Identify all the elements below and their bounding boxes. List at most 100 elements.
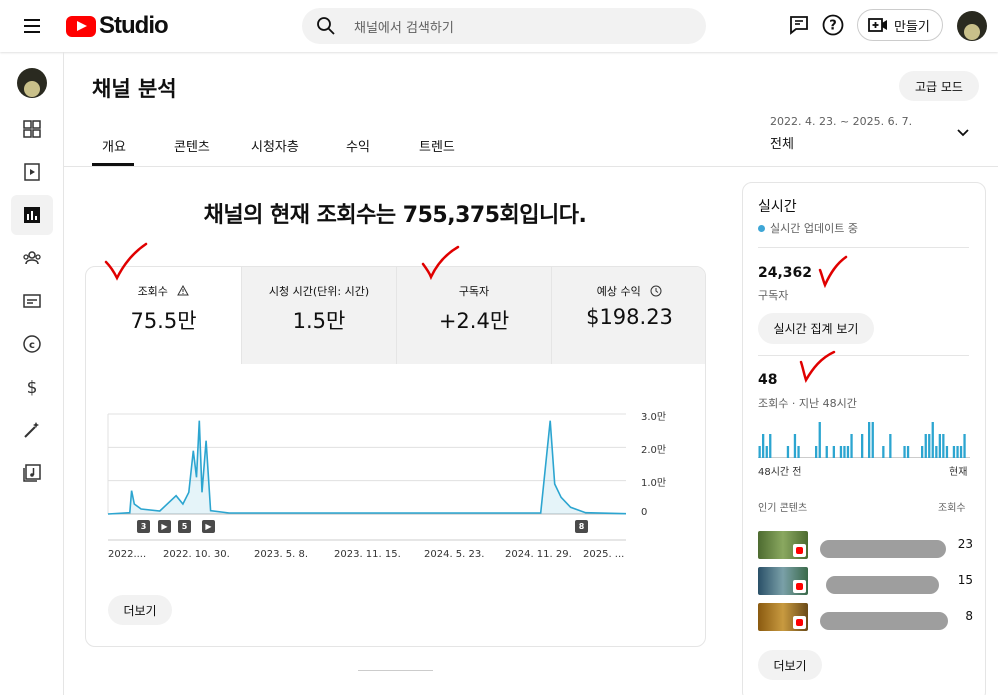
advanced-mode-button[interactable]: 고급 모드 <box>899 71 979 101</box>
redacted-title <box>826 576 939 594</box>
channel-avatar[interactable] <box>17 68 47 98</box>
shorts-icon <box>793 616 806 629</box>
feedback-icon[interactable] <box>787 13 811 37</box>
y-tick-label: 2.0만 <box>641 445 667 456</box>
redacted-title <box>820 540 946 558</box>
realtime-bar <box>843 446 846 458</box>
chart-marker[interactable]: ▶ <box>158 520 171 533</box>
top-content-item[interactable]: 15 <box>758 567 973 595</box>
sidebar-item-earn[interactable]: $ <box>11 367 53 407</box>
top-content-item[interactable]: 8 <box>758 603 973 631</box>
analytics-icon <box>24 207 40 223</box>
x-tick-label: 2022. 10. 30. <box>163 549 230 560</box>
realtime-count-button[interactable]: 실시간 집계 보기 <box>758 313 874 344</box>
create-button[interactable]: 만들기 <box>857 9 943 41</box>
chart-marker[interactable]: 5 <box>178 520 191 533</box>
realtime-bar <box>861 434 864 458</box>
more-button[interactable]: 더보기 <box>108 595 172 625</box>
dollar-icon: $ <box>27 378 38 397</box>
views-label: 조회수 · 지난 48시간 <box>758 397 857 410</box>
realtime-bar <box>758 446 761 458</box>
sidebar-item-copyright[interactable]: c <box>11 324 53 364</box>
chart-marker[interactable]: ▶ <box>202 520 215 533</box>
bars-end-label: 현재 <box>949 467 968 478</box>
video-thumbnail <box>758 603 808 631</box>
realtime-bar <box>846 446 850 458</box>
check-mark-icon <box>799 350 836 384</box>
tab-trends[interactable]: 트렌드 <box>419 136 455 155</box>
account-avatar[interactable] <box>957 11 987 41</box>
live-dot-icon <box>758 224 765 232</box>
tab-content[interactable]: 콘텐츠 <box>174 136 210 155</box>
studio-logo[interactable]: Studio <box>66 11 169 41</box>
search-input[interactable]: 채널에서 검색하기 <box>302 8 706 44</box>
y-tick-label: 0 <box>641 507 648 518</box>
realtime-bar <box>942 434 945 458</box>
realtime-bar <box>882 446 885 458</box>
video-thumbnail <box>758 567 808 595</box>
chart-marker[interactable]: 8 <box>575 520 588 533</box>
search-icon <box>317 17 335 35</box>
views-headline: 채널의 현재 조회수는 755,375회입니다. <box>203 203 587 228</box>
audio-library-icon <box>23 464 41 482</box>
chevron-down-icon[interactable] <box>956 128 970 138</box>
create-label: 만들기 <box>894 19 930 35</box>
realtime-bar <box>868 422 871 458</box>
menu-icon[interactable] <box>20 14 44 38</box>
sidebar-item-content[interactable] <box>11 152 53 192</box>
search-placeholder: 채널에서 검색하기 <box>354 21 454 36</box>
tab-audience[interactable]: 시청자층 <box>251 136 299 155</box>
realtime-bar <box>956 446 959 458</box>
realtime-bar <box>935 446 938 458</box>
chart-marker[interactable]: 3 <box>137 520 150 533</box>
sidebar-item-audio-library[interactable] <box>11 453 53 493</box>
check-mark-icon <box>818 255 848 288</box>
svg-text:c: c <box>29 340 35 351</box>
views-chart[interactable] <box>86 267 706 647</box>
views-column-label: 조회수 <box>938 503 966 514</box>
shorts-icon <box>793 544 806 557</box>
scroll-divider <box>358 670 433 671</box>
y-tick-label: 1.0만 <box>641 478 667 489</box>
realtime-bar <box>871 422 874 458</box>
x-tick-label: 2023. 5. 8. <box>254 549 309 560</box>
svg-text:$: $ <box>27 378 38 397</box>
realtime-more-button[interactable]: 더보기 <box>758 650 822 680</box>
youtube-logo-icon <box>66 15 96 37</box>
realtime-bar <box>839 446 843 458</box>
sidebar-item-dashboard[interactable] <box>11 109 53 149</box>
x-tick-label: 2024. 5. 23. <box>424 549 485 560</box>
y-tick-label: 3.0만 <box>641 412 667 423</box>
check-mark-icon <box>104 242 148 281</box>
tab-overview[interactable]: 개요 <box>102 136 126 155</box>
realtime-bar <box>928 434 931 458</box>
sidebar-item-subtitles[interactable] <box>11 281 53 321</box>
redacted-title <box>820 612 948 630</box>
realtime-bar <box>825 446 828 458</box>
realtime-bar <box>921 446 924 458</box>
sidebar-item-community[interactable] <box>11 238 53 278</box>
shorts-icon <box>793 580 806 593</box>
top-content-item[interactable]: 23 <box>758 531 973 559</box>
date-period[interactable]: 전체 <box>770 133 794 152</box>
help-icon[interactable]: ? <box>821 13 845 37</box>
realtime-status: 실시간 업데이트 중 <box>758 220 858 236</box>
realtime-bar <box>797 446 800 458</box>
tab-revenue[interactable]: 수익 <box>346 136 370 155</box>
realtime-bar <box>924 434 927 458</box>
realtime-bar <box>769 434 772 458</box>
realtime-subscriber-count: 24,362 <box>758 265 813 281</box>
x-tick-label: 2025. ... <box>583 549 625 560</box>
realtime-bar <box>815 446 818 458</box>
top-content-label: 인기 콘텐츠 <box>758 503 808 514</box>
sidebar-item-analytics[interactable] <box>11 195 53 235</box>
content-icon <box>24 163 40 181</box>
sidebar-item-customization[interactable] <box>11 410 53 450</box>
x-tick-label: 2022.... <box>108 549 147 560</box>
realtime-bar <box>959 446 963 458</box>
date-range[interactable]: 2022. 4. 23. ~ 2025. 6. 7. <box>770 115 912 128</box>
realtime-bar-chart[interactable] <box>758 418 970 458</box>
video-thumbnail <box>758 531 808 559</box>
realtime-card: 실시간 실시간 업데이트 중 24,362 구독자 실시간 집계 보기 48 조… <box>742 182 986 695</box>
content-views: 23 <box>957 537 973 551</box>
